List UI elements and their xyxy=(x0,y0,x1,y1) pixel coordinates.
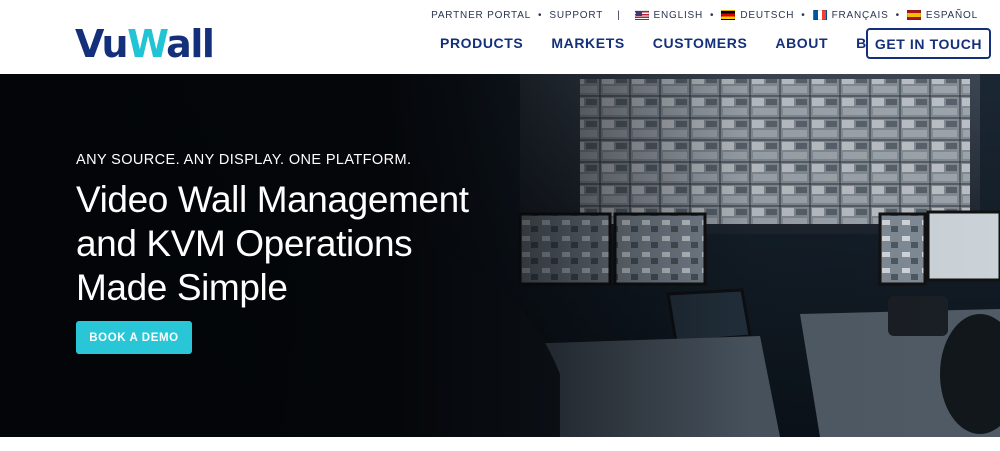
get-in-touch-button[interactable]: GET IN TOUCH xyxy=(866,28,991,59)
language-english[interactable]: ENGLISH xyxy=(634,9,704,21)
headline-line: Video Wall Management xyxy=(76,179,469,220)
hero-headline: Video Wall Management and KVM Operations… xyxy=(76,178,546,310)
separator-dot: • xyxy=(710,9,715,21)
fr-flag-icon xyxy=(812,10,827,20)
nav-about[interactable]: ABOUT xyxy=(775,35,828,51)
separator-dot: • xyxy=(538,9,543,21)
separator-dot: • xyxy=(895,9,900,21)
support-link[interactable]: SUPPORT xyxy=(549,10,603,21)
separator-pipe: | xyxy=(617,9,621,21)
vuwall-logo[interactable]: VuWall xyxy=(75,22,215,66)
separator-dot: • xyxy=(801,9,806,21)
nav-products[interactable]: PRODUCTS xyxy=(440,35,523,51)
headline-line: and KVM Operations xyxy=(76,223,413,264)
logo-w-text: W xyxy=(127,22,168,66)
language-espanol[interactable]: ESPAÑOL xyxy=(906,9,978,21)
hero-section: ANY SOURCE. ANY DISPLAY. ONE PLATFORM. V… xyxy=(0,74,1000,437)
main-nav: PRODUCTS MARKETS CUSTOMERS ABOUT BLOG xyxy=(440,34,899,52)
logo-all-text: all xyxy=(166,22,215,66)
headline-line: Made Simple xyxy=(76,267,288,308)
nav-customers[interactable]: CUSTOMERS xyxy=(653,35,748,51)
language-label: ESPAÑOL xyxy=(925,9,978,21)
es-flag-icon xyxy=(906,10,921,20)
site-header: VuWall PARTNER PORTAL • SUPPORT | ENGLIS… xyxy=(0,0,1000,74)
language-label: ENGLISH xyxy=(653,9,704,21)
de-flag-icon xyxy=(721,10,736,20)
book-a-demo-button[interactable]: BOOK A DEMO xyxy=(76,321,192,354)
language-label: DEUTSCH xyxy=(740,9,795,21)
language-deutsch[interactable]: DEUTSCH xyxy=(721,10,794,21)
us-flag-icon xyxy=(634,10,649,20)
utility-bar: PARTNER PORTAL • SUPPORT | ENGLISH • DEU… xyxy=(431,8,978,22)
language-francais[interactable]: FRANÇAIS xyxy=(812,9,889,21)
nav-markets[interactable]: MARKETS xyxy=(551,35,624,51)
language-label: FRANÇAIS xyxy=(831,9,889,21)
partner-portal-link[interactable]: PARTNER PORTAL xyxy=(431,10,531,21)
logo-vu-text: Vu xyxy=(75,22,129,66)
page-content-start xyxy=(0,437,1000,451)
hero-eyebrow: ANY SOURCE. ANY DISPLAY. ONE PLATFORM. xyxy=(76,152,412,168)
